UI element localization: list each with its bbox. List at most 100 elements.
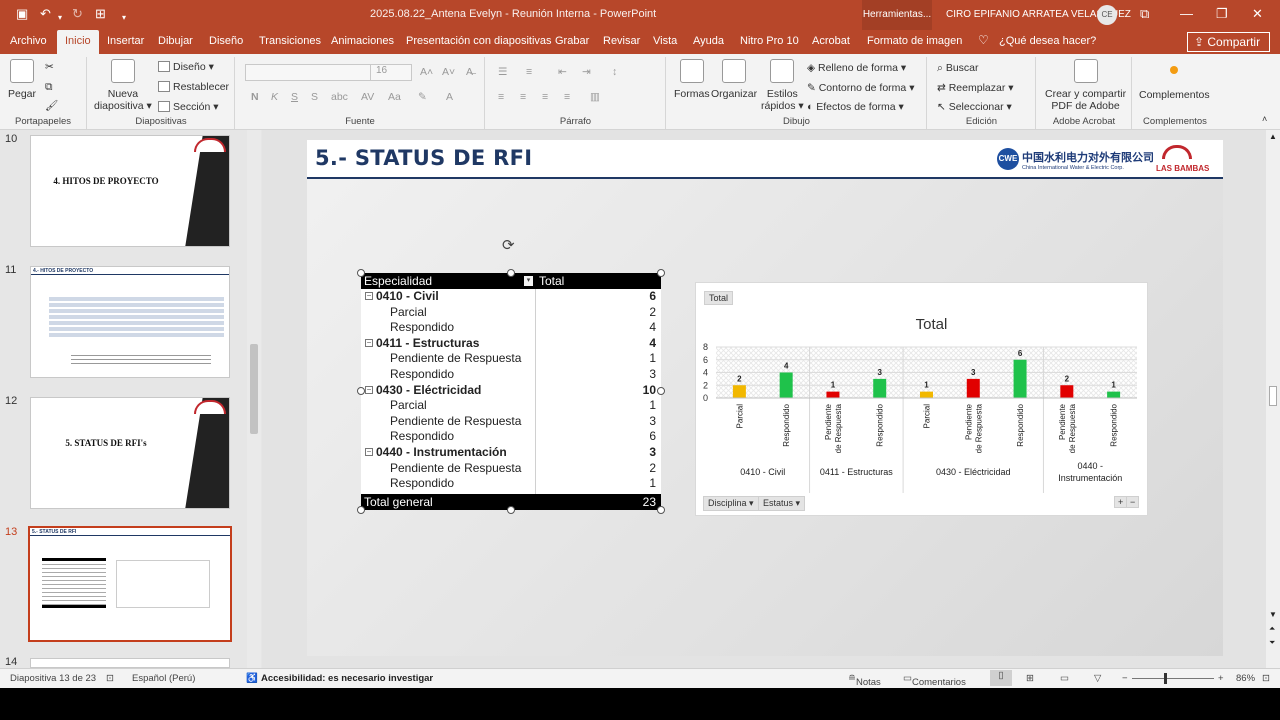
- numbering-icon[interactable]: ≡: [526, 66, 532, 78]
- share-button[interactable]: ⇪ Compartir: [1187, 32, 1270, 52]
- editor-scroll-thumb[interactable]: [1269, 386, 1277, 406]
- slide-thumbnail-14[interactable]: [30, 658, 230, 668]
- pivot-table-image[interactable]: Especialidad ▾ Total −0410 - Civil 6 Parci…: [361, 273, 661, 510]
- tab-grabar[interactable]: Grabar: [555, 35, 589, 47]
- tab-dibujar[interactable]: Dibujar: [158, 35, 193, 47]
- avatar[interactable]: CE: [1097, 5, 1117, 25]
- spacing-icon[interactable]: AV: [361, 91, 374, 103]
- resize-handle[interactable]: [657, 506, 665, 514]
- strikethrough-icon[interactable]: abc: [331, 91, 348, 103]
- align-left-icon[interactable]: ≡: [498, 91, 504, 103]
- slide-title[interactable]: 5.- STATUS DE RFI: [315, 146, 532, 170]
- font-size-box[interactable]: 16: [370, 64, 412, 81]
- accessibility-icon[interactable]: ♿: [246, 673, 258, 684]
- shrink-font-icon[interactable]: A˅: [442, 66, 455, 78]
- resize-handle[interactable]: [357, 387, 365, 395]
- align-center-icon[interactable]: ≡: [520, 91, 526, 103]
- section-button[interactable]: Sección ▾: [158, 101, 219, 113]
- scroll-up-icon[interactable]: ▲: [1269, 132, 1277, 141]
- format-painter-icon[interactable]: 🖌: [45, 99, 58, 112]
- slide-thumbnail-12[interactable]: 5. STATUS DE RFI's: [30, 397, 230, 509]
- spellcheck-icon[interactable]: ⊡: [106, 673, 114, 684]
- tab-archivo[interactable]: Archivo: [10, 35, 47, 47]
- pivot-chart[interactable]: Total Total 0 2 4 6 8 2 Parcial 4 Respondido 0410 …: [695, 282, 1148, 516]
- tab-revisar[interactable]: Revisar: [603, 35, 640, 47]
- collapse-icon[interactable]: −: [365, 448, 373, 456]
- shape-effects-button[interactable]: ◐ Efectos de forma ▾: [807, 101, 904, 113]
- find-button[interactable]: ⌕ Buscar: [937, 62, 979, 75]
- thumbnail-scrollbar[interactable]: [247, 130, 261, 668]
- tab-presentacion[interactable]: Presentación con diapositivas: [406, 35, 552, 47]
- slide-thumbnail-10[interactable]: 4. HITOS DE PROYECTO: [30, 135, 230, 247]
- previous-slide-icon[interactable]: ⏶: [1269, 624, 1275, 634]
- undo-dropdown-icon[interactable]: ▾: [58, 10, 62, 26]
- increase-indent-icon[interactable]: ⇥: [582, 66, 591, 78]
- comments-button[interactable]: ▭ Comentarios: [903, 673, 966, 688]
- tab-transiciones[interactable]: Transiciones: [259, 35, 321, 47]
- collapse-ribbon-icon[interactable]: ˄: [1262, 114, 1267, 124]
- reset-button[interactable]: Restablecer: [158, 81, 229, 93]
- collapse-icon[interactable]: −: [365, 338, 373, 347]
- zoom-slider[interactable]: [1132, 678, 1214, 679]
- normal-view-icon[interactable]: ▯: [990, 670, 1012, 686]
- fit-slide-icon[interactable]: ⊡: [1262, 673, 1270, 684]
- close-icon[interactable]: ✕: [1252, 6, 1263, 22]
- minimize-icon[interactable]: —: [1180, 6, 1193, 21]
- shape-fill-button[interactable]: ◈ Relleno de forma ▾: [807, 62, 906, 74]
- cut-icon[interactable]: ✂: [45, 61, 54, 73]
- reading-view-icon[interactable]: ▭: [1060, 673, 1069, 684]
- select-button[interactable]: ↖ Seleccionar ▾: [937, 101, 1012, 113]
- replace-button[interactable]: ⇄ Reemplazar ▾: [937, 82, 1014, 94]
- axis-button-disciplina[interactable]: Disciplina ▾: [703, 496, 759, 511]
- create-pdf-button[interactable]: Crear y compartir PDF de Adobe: [1045, 59, 1126, 112]
- collapse-icon[interactable]: −: [365, 292, 373, 300]
- paste-button[interactable]: Pegar: [8, 59, 36, 100]
- collapse-icon[interactable]: −: [365, 385, 373, 394]
- editor-scrollbar[interactable]: ▲ ▼ ⏶ ⏷: [1266, 130, 1280, 668]
- slideshow-icon[interactable]: ▽: [1094, 673, 1101, 684]
- resize-handle[interactable]: [507, 269, 515, 277]
- zoom-in-icon[interactable]: +: [1218, 673, 1224, 684]
- collapse-button[interactable]: −: [1126, 496, 1140, 508]
- quick-styles-button[interactable]: Estilos rápidos ▾: [761, 59, 804, 112]
- font-color-icon[interactable]: A: [446, 91, 453, 103]
- slide-thumbnail-11[interactable]: 4.- HITOS DE PROYECTO: [30, 266, 230, 378]
- ribbon-options-icon[interactable]: ⧉: [1140, 6, 1149, 22]
- tab-animaciones[interactable]: Animaciones: [331, 35, 394, 47]
- italic-button[interactable]: K: [271, 91, 278, 103]
- undo-icon[interactable]: ↶: [40, 6, 51, 22]
- save-icon[interactable]: ▣: [16, 6, 28, 22]
- line-spacing-icon[interactable]: ↕: [612, 66, 617, 78]
- context-tools-label[interactable]: Herramientas...: [862, 0, 932, 30]
- shapes-button[interactable]: Formas: [674, 59, 710, 100]
- tab-formato-imagen[interactable]: Formato de imagen: [867, 35, 962, 47]
- notes-button[interactable]: ≘ Notas: [848, 673, 881, 688]
- tab-inicio[interactable]: Inicio: [57, 30, 99, 54]
- zoom-level[interactable]: 86%: [1236, 673, 1255, 684]
- tab-nitro[interactable]: Nitro Pro 10: [740, 35, 799, 47]
- copy-icon[interactable]: ⧉: [45, 81, 53, 94]
- shadow-button[interactable]: S: [311, 91, 318, 103]
- maximize-icon[interactable]: ❐: [1216, 6, 1228, 22]
- arrange-button[interactable]: Organizar: [711, 59, 757, 100]
- add-ins-button[interactable]: Complementos: [1139, 65, 1210, 101]
- highlight-icon[interactable]: ✎: [418, 91, 427, 103]
- new-slide-button[interactable]: Nueva diapositiva ▾: [94, 59, 152, 112]
- resize-handle[interactable]: [657, 269, 665, 277]
- resize-handle[interactable]: [507, 506, 515, 514]
- font-name-box[interactable]: [245, 64, 373, 81]
- slide-sorter-icon[interactable]: ⊞: [1026, 673, 1034, 684]
- slide-thumbnail-13[interactable]: 5.- STATUS DE RFI: [28, 526, 232, 642]
- present-icon[interactable]: ⊞: [95, 6, 106, 22]
- justify-icon[interactable]: ≡: [564, 91, 570, 103]
- language-indicator[interactable]: Español (Perú): [132, 673, 195, 684]
- filter-dropdown-icon[interactable]: ▾: [524, 276, 533, 286]
- redo-icon[interactable]: ↻: [72, 6, 83, 22]
- shape-outline-button[interactable]: ✎ Contorno de forma ▾: [807, 82, 914, 94]
- rotate-handle-icon[interactable]: ⟳: [502, 236, 515, 254]
- tab-insertar[interactable]: Insertar: [107, 35, 144, 47]
- zoom-slider-thumb[interactable]: [1164, 673, 1167, 684]
- bullets-icon[interactable]: ☰: [498, 66, 507, 78]
- decrease-indent-icon[interactable]: ⇤: [558, 66, 567, 78]
- grow-font-icon[interactable]: A˄: [420, 66, 433, 78]
